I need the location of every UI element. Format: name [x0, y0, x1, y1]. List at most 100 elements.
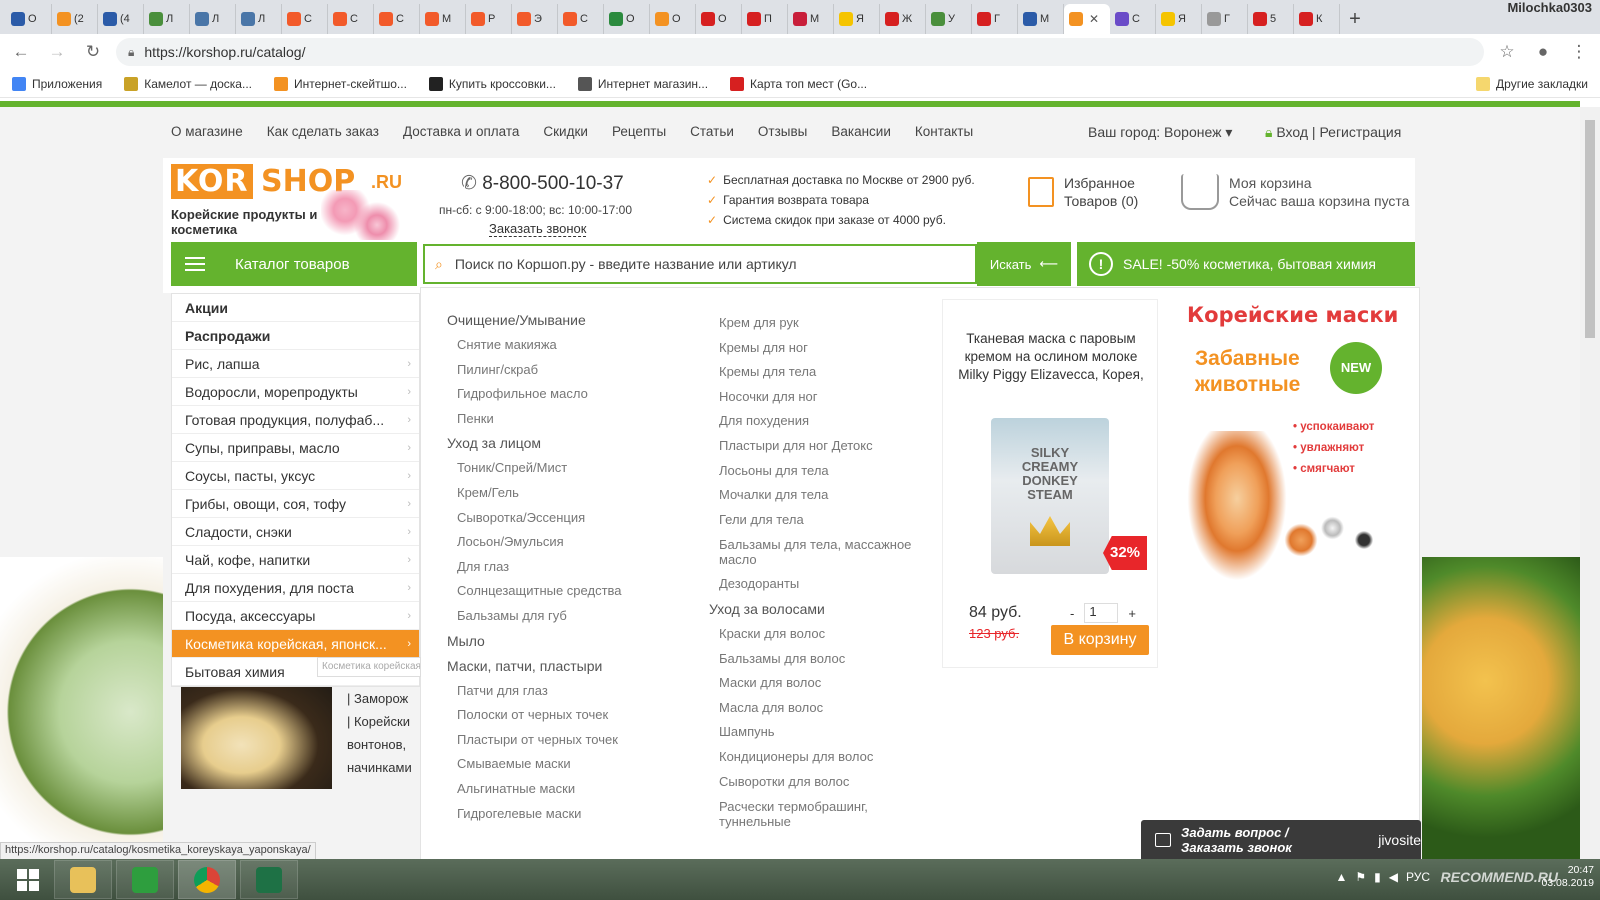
submenu-link[interactable]: Гидрогелевые маски: [447, 802, 622, 827]
taskbar-clock[interactable]: 20:47 03.08.2019: [1541, 864, 1594, 890]
browser-tab[interactable]: С: [282, 4, 328, 34]
submenu-link[interactable]: Тоник/Спрей/Мист: [447, 456, 622, 481]
submenu-link[interactable]: Бальзамы для губ: [447, 604, 622, 629]
browser-tab[interactable]: О: [604, 4, 650, 34]
teaser-line[interactable]: | Заморож: [347, 687, 421, 710]
catalog-item[interactable]: Посуда, аксессуары ›: [172, 602, 419, 630]
browser-tab[interactable]: Э: [512, 4, 558, 34]
top-nav-link[interactable]: Рецепты: [612, 124, 666, 139]
product-title[interactable]: Тканевая маска с паровым кремом на ослин…: [953, 330, 1149, 384]
submenu-link[interactable]: Альгинатные маски: [447, 777, 622, 802]
forward-icon[interactable]: →: [44, 39, 70, 65]
submenu-link[interactable]: Лосьон/Эмульсия: [447, 530, 622, 555]
browser-tab[interactable]: К: [1294, 4, 1340, 34]
submenu-link[interactable]: Шампунь: [709, 720, 919, 745]
lang-indicator[interactable]: РУС: [1406, 870, 1430, 884]
browser-tab[interactable]: (2: [52, 4, 98, 34]
browser-tab[interactable]: Л: [236, 4, 282, 34]
chat-widget[interactable]: Задать вопрос / Заказать звонок jivosite: [1141, 820, 1421, 860]
bookmark-item[interactable]: Интернет-скейтшо...: [273, 76, 407, 91]
bookmark-item[interactable]: Купить кроссовки...: [428, 76, 556, 91]
catalog-item[interactable]: Готовая продукция, полуфаб... ›: [172, 406, 419, 434]
search-button[interactable]: Искать ⟵: [977, 242, 1071, 286]
catalog-item[interactable]: Для похудения, для поста ›: [172, 574, 419, 602]
promo-banner[interactable]: Корейские маски Забавные животные NEW • …: [1185, 299, 1398, 581]
scrollbar-thumb[interactable]: [1585, 120, 1595, 338]
teaser-line[interactable]: начинками: [347, 756, 421, 779]
tray-up-icon[interactable]: ▲: [1335, 870, 1347, 884]
submenu-link[interactable]: Бальзамы для тела, массажное масло: [709, 532, 919, 572]
search-input[interactable]: ⌕ Поиск по Коршоп.ру - введите название …: [423, 244, 977, 284]
catalog-item[interactable]: Распродажи: [172, 322, 419, 350]
other-bookmarks[interactable]: Другие закладки: [1476, 76, 1588, 91]
product-image[interactable]: SILKY CREAMY DONKEY STEAM: [991, 418, 1109, 574]
bookmark-item[interactable]: Камелот — доска...: [124, 76, 252, 91]
reload-icon[interactable]: ↻: [80, 39, 106, 65]
taskbar-explorer[interactable]: [54, 860, 112, 899]
submenu-link[interactable]: Пластыри от черных точек: [447, 728, 622, 753]
login-link[interactable]: Вход: [1276, 124, 1308, 140]
submenu-link[interactable]: Гидрофильное масло: [447, 382, 622, 407]
dumplings-image[interactable]: [181, 679, 332, 789]
cart-widget[interactable]: Моя корзина Сейчас ваша корзина пуста: [1181, 174, 1409, 210]
callback-link[interactable]: Заказать звонок: [489, 221, 587, 237]
submenu-link[interactable]: Кремы для тела: [709, 360, 919, 385]
submenu-link[interactable]: Снятие макияжа: [447, 333, 622, 358]
bookmark-item[interactable]: Карта топ мест (Go...: [730, 76, 867, 91]
submenu-link[interactable]: Маски для волос: [709, 671, 919, 696]
close-tab-icon[interactable]: ✕: [1089, 12, 1099, 26]
omnibox[interactable]: 🔒︎ https://korshop.ru/catalog/: [116, 38, 1484, 66]
menu-dots-icon[interactable]: ⋮: [1566, 39, 1592, 65]
submenu-heading[interactable]: Очищение/Умывание: [447, 308, 622, 333]
teaser-line[interactable]: вонтонов,: [347, 733, 421, 756]
browser-tab[interactable]: Ж: [880, 4, 926, 34]
catalog-item[interactable]: Водоросли, морепродукты ›: [172, 378, 419, 406]
browser-tab[interactable]: О: [696, 4, 742, 34]
catalog-item[interactable]: Грибы, овощи, соя, тофу ›: [172, 490, 419, 518]
sale-banner-link[interactable]: ! SALE! -50% косметика, бытовая химия: [1077, 242, 1415, 286]
submenu-link[interactable]: Смываемые маски: [447, 752, 622, 777]
city-selector[interactable]: Ваш город: Воронеж ▾: [1088, 124, 1232, 141]
browser-tab[interactable]: 5: [1248, 4, 1294, 34]
submenu-heading[interactable]: Маски, патчи, пластыри: [447, 654, 622, 679]
submenu-link[interactable]: Носочки для ног: [709, 385, 919, 410]
browser-tab[interactable]: Л: [190, 4, 236, 34]
submenu-link[interactable]: Масла для волос: [709, 696, 919, 721]
browser-tab[interactable]: Г: [1202, 4, 1248, 34]
browser-tab[interactable]: М: [1018, 4, 1064, 34]
submenu-link[interactable]: Крем/Гель: [447, 481, 622, 506]
submenu-link[interactable]: Пилинг/скраб: [447, 358, 622, 383]
submenu-link[interactable]: Кондиционеры для волос: [709, 745, 919, 770]
flag-icon[interactable]: ⚑: [1355, 870, 1366, 884]
submenu-heading[interactable]: Уход за волосами: [709, 597, 919, 622]
browser-tab[interactable]: С: [1110, 4, 1156, 34]
bookmark-item[interactable]: Приложения: [12, 76, 102, 91]
top-nav-link[interactable]: Отзывы: [758, 124, 807, 139]
browser-tab[interactable]: Л: [144, 4, 190, 34]
top-nav-link[interactable]: Как сделать заказ: [267, 124, 379, 139]
url-text[interactable]: https://korshop.ru/catalog/: [144, 44, 305, 60]
catalog-item[interactable]: Супы, приправы, масло ›: [172, 434, 419, 462]
register-link[interactable]: Регистрация: [1319, 124, 1401, 140]
browser-tab[interactable]: П: [742, 4, 788, 34]
qty-minus-button[interactable]: -: [1070, 606, 1074, 621]
browser-tab[interactable]: Я: [834, 4, 880, 34]
submenu-link[interactable]: Сыворотки для волос: [709, 770, 919, 795]
browser-tab[interactable]: У: [926, 4, 972, 34]
submenu-link[interactable]: Патчи для глаз: [447, 679, 622, 704]
top-nav-link[interactable]: Контакты: [915, 124, 973, 139]
top-nav-link[interactable]: Скидки: [543, 124, 588, 139]
submenu-link[interactable]: Краски для волос: [709, 622, 919, 647]
submenu-heading[interactable]: Мыло: [447, 629, 622, 654]
catalog-item[interactable]: Рис, лапша ›: [172, 350, 419, 378]
top-nav-link[interactable]: Статьи: [690, 124, 734, 139]
catalog-item[interactable]: Соусы, пасты, уксус ›: [172, 462, 419, 490]
taskbar-chrome[interactable]: [178, 860, 236, 899]
submenu-link[interactable]: Дезодоранты: [709, 572, 919, 597]
browser-tab[interactable]: С: [558, 4, 604, 34]
qty-input[interactable]: 1: [1084, 603, 1119, 623]
browser-tab[interactable]: Я: [1156, 4, 1202, 34]
submenu-link[interactable]: Расчески термобрашинг, туннельные: [709, 794, 919, 834]
teaser-line[interactable]: | Корейски: [347, 710, 421, 733]
browser-tab[interactable]: О: [6, 4, 52, 34]
